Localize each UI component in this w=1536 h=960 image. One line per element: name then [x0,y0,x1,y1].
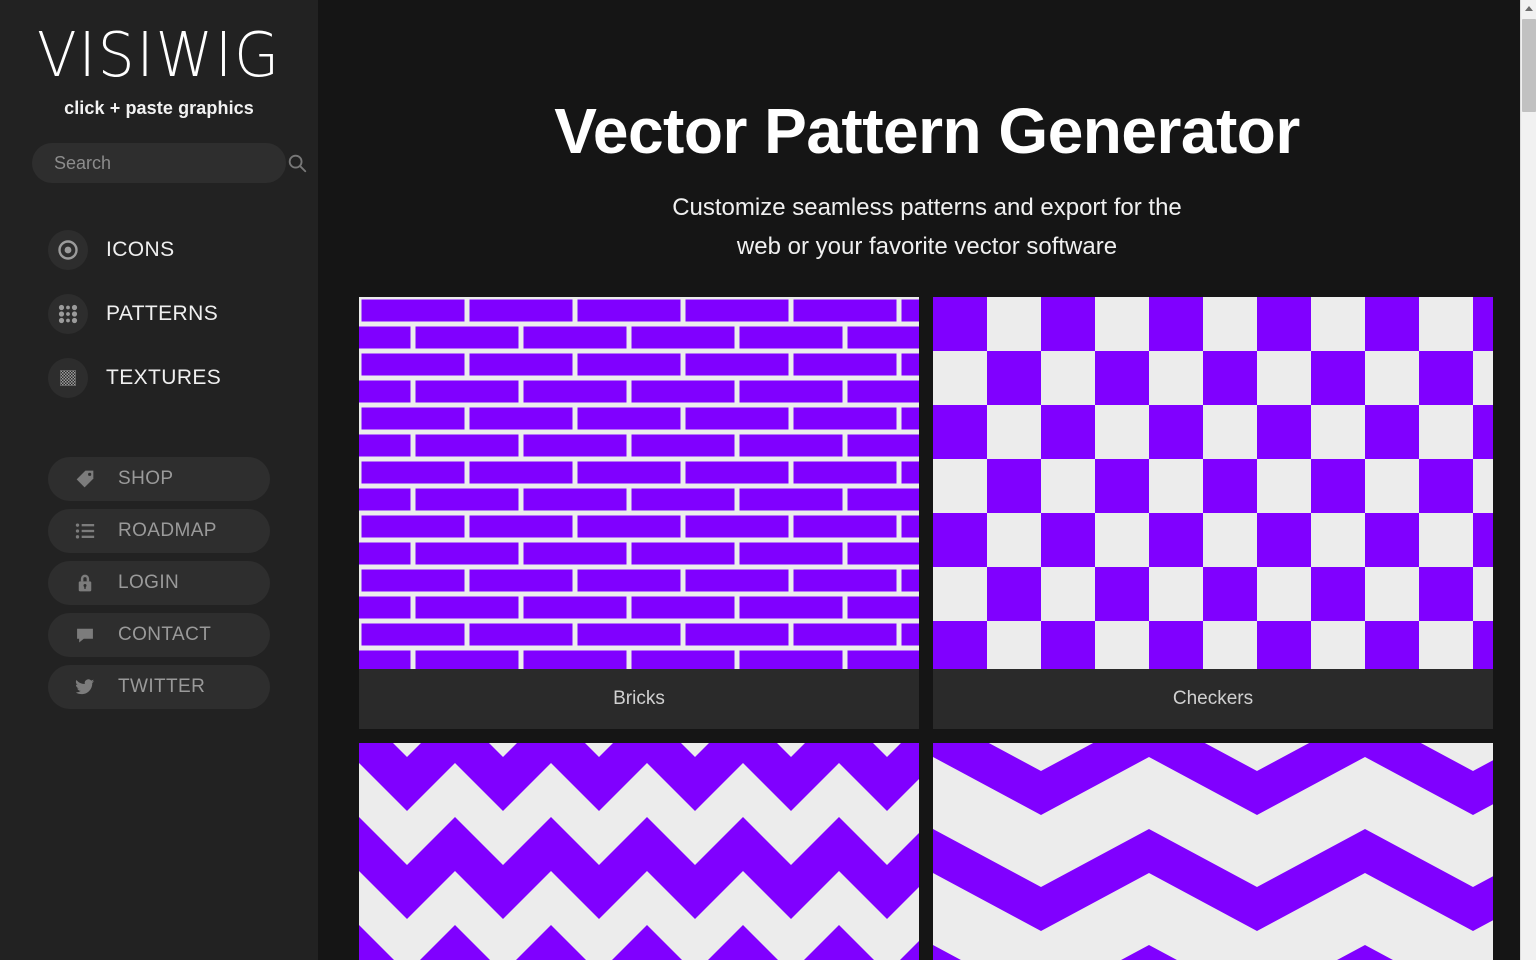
pattern-preview-chevron-vertical[interactable] [359,742,919,960]
sidebar-item-icons[interactable]: ICONS [48,227,318,273]
main-content: Vector Pattern Generator Customize seaml… [318,0,1536,960]
brand-block: VISIWIG click + paste graphics [0,18,318,119]
roadmap-button[interactable]: ROADMAP [48,509,270,553]
pattern-preview-checkers[interactable] [933,296,1493,669]
speech-bubble-icon [74,624,96,646]
app-root: VISIWIG click + paste graphics ICONS [0,0,1536,960]
page-subtitle: Customize seamless patterns and export f… [318,189,1536,267]
hero-section: Vector Pattern Generator Customize seaml… [318,0,1536,267]
pattern-card-bricks[interactable]: Bricks [359,296,919,729]
page-title: Vector Pattern Generator [554,95,1300,167]
sidebar-links: SHOP ROADMAP LOGIN CONTACT TWITTER [0,457,318,709]
pattern-card-chevron-horizontal[interactable] [933,742,1493,960]
pattern-preview-bricks[interactable] [359,296,919,669]
pattern-card-chevron-vertical[interactable] [359,742,919,960]
pattern-label: Bricks [613,687,665,709]
twitter-button[interactable]: TWITTER [48,665,270,709]
search-icon[interactable] [286,152,308,174]
scroll-up-arrow-button[interactable] [1521,0,1536,17]
sidebar-item-label: PATTERNS [106,302,219,325]
sidebar-item-textures[interactable]: TEXTURES [48,355,318,401]
category-nav: ICONS PATTERNS TEXTURES [0,227,318,401]
pattern-label: Checkers [1172,687,1254,709]
list-icon [74,520,96,542]
lock-icon [74,572,96,594]
sidebar-item-label: ICONS [106,238,175,261]
sidebar-item-patterns[interactable]: PATTERNS [48,291,318,337]
page-scrollbar[interactable] [1520,0,1536,960]
subtitle-line-1: Customize seamless patterns and export f… [672,194,1182,222]
sidebar-item-label: TEXTURES [106,366,222,389]
dither-square-icon [48,358,88,398]
shop-button[interactable]: SHOP [48,457,270,501]
brand-tagline: click + paste graphics [64,98,254,118]
pattern-card-footer: Checkers [933,668,1493,729]
contact-button[interactable]: CONTACT [48,613,270,657]
contact-label: CONTACT [118,624,212,645]
search-input[interactable] [54,152,286,174]
subtitle-line-2: web or your favorite vector software [736,233,1118,261]
pattern-card-checkers[interactable]: Checkers [933,296,1493,729]
logo-visiwig: VISIWIG [36,18,282,92]
search-box[interactable] [32,143,307,183]
pattern-grid: Bricks Checkers [359,296,1495,960]
scrollbar-thumb[interactable] [1522,19,1536,112]
pattern-preview-chevron-horizontal[interactable] [933,742,1493,960]
twitter-bird-icon [74,676,96,698]
sidebar: VISIWIG click + paste graphics ICONS [0,0,318,960]
login-button[interactable]: LOGIN [48,561,270,605]
tag-icon [74,468,96,490]
chevron-up-icon [1525,6,1533,11]
pattern-card-footer: Bricks [359,668,919,729]
target-circle-icon [48,230,88,270]
twitter-label: TWITTER [118,676,206,697]
login-label: LOGIN [118,572,180,593]
roadmap-label: ROADMAP [118,520,217,541]
shop-label: SHOP [118,468,174,489]
dot-grid-icon [48,294,88,334]
